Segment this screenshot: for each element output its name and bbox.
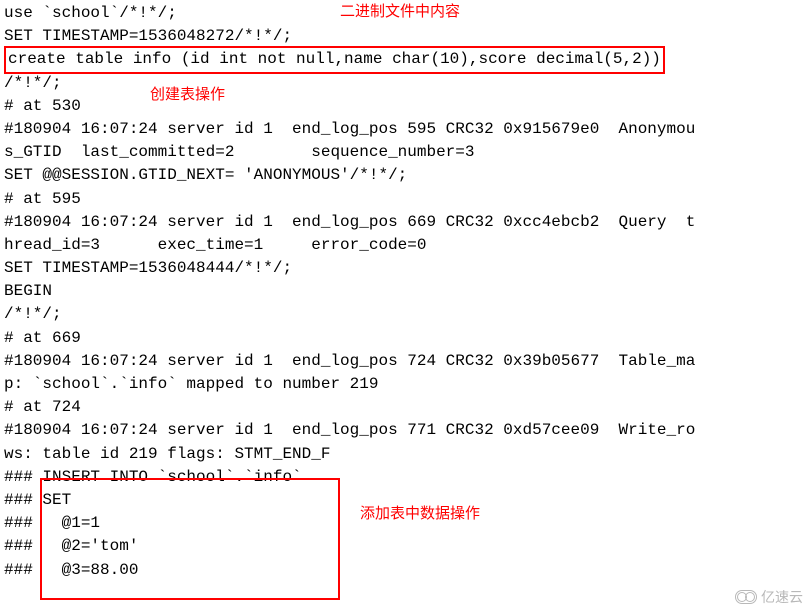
log-line: #180904 16:07:24 server id 1 end_log_pos…: [4, 211, 807, 234]
watermark-text: 亿速云: [761, 587, 803, 607]
log-line: SET @@SESSION.GTID_NEXT= 'ANONYMOUS'/*!*…: [4, 164, 807, 187]
watermark: 亿速云: [735, 587, 803, 607]
annotation-binary-content: 二进制文件中内容: [340, 2, 460, 24]
log-line: create table info (id int not null,name …: [4, 48, 807, 71]
log-line: # at 724: [4, 396, 807, 419]
log-line: /*!*/;: [4, 72, 807, 95]
log-line: hread_id=3 exec_time=1 error_code=0: [4, 234, 807, 257]
log-line: /*!*/;: [4, 303, 807, 326]
log-line: BEGIN: [4, 280, 807, 303]
log-line: s_GTID last_committed=2 sequence_number=…: [4, 141, 807, 164]
log-line: SET TIMESTAMP=1536048272/*!*/;: [4, 25, 807, 48]
log-line: #180904 16:07:24 server id 1 end_log_pos…: [4, 350, 807, 373]
log-line: # at 669: [4, 327, 807, 350]
watermark-icon: [735, 590, 757, 604]
log-line: # at 595: [4, 188, 807, 211]
highlight-insert-block: [40, 478, 340, 600]
log-line: p: `school`.`info` mapped to number 219: [4, 373, 807, 396]
annotation-insert-data: 添加表中数据操作: [360, 504, 480, 526]
log-line: SET TIMESTAMP=1536048444/*!*/;: [4, 257, 807, 280]
log-line: #180904 16:07:24 server id 1 end_log_pos…: [4, 118, 807, 141]
annotation-create-table: 创建表操作: [150, 85, 225, 107]
log-line: #180904 16:07:24 server id 1 end_log_pos…: [4, 419, 807, 442]
highlight-create-table: create table info (id int not null,name …: [4, 46, 665, 73]
log-line: ws: table id 219 flags: STMT_END_F: [4, 443, 807, 466]
log-line: # at 530: [4, 95, 807, 118]
